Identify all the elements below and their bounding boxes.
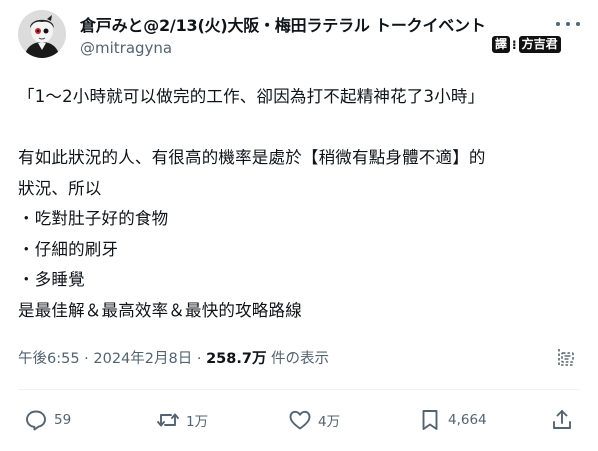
share-button[interactable]	[550, 408, 574, 432]
tweet-text-line: 有如此狀況的人、有很高的機率是處於【稍微有點身體不適】的	[18, 148, 486, 167]
views-count: 258.7万	[206, 351, 267, 367]
tweet-meta: 午後6:55 · 2024年2月8日 · 258.7万 件の表示	[18, 347, 329, 368]
translate-badge-left: 譯	[492, 36, 511, 53]
tweet-card: 倉戸みと@2/13(火)大阪・梅田ラテラル トークイベント @mitragyna…	[0, 0, 598, 451]
more-icon[interactable]	[556, 14, 580, 34]
tweet-text-line: 狀況、所以	[18, 178, 102, 198]
timestamp[interactable]: 午後6:55 · 2024年2月8日 ·	[18, 351, 206, 367]
translate-badge-right: 方吉君	[518, 36, 561, 53]
bookmark-icon	[418, 408, 442, 432]
tweet-text: 「1～2小時就可以做完的工作、卻因為打不起精神花了3小時」 有如此狀況的人、有很…	[18, 82, 588, 326]
views-label: 件の表示	[266, 351, 330, 367]
retweet-button[interactable]: 1万	[156, 408, 208, 432]
translate-badge[interactable]: 譯 ⁝ 方吉君	[492, 36, 561, 53]
display-name[interactable]: 倉戸みと@2/13(火)大阪・梅田ラテラル トークイベント	[80, 12, 486, 36]
retweet-count: 1万	[186, 414, 209, 430]
reply-icon	[24, 408, 48, 432]
tweet-text-line: ・仔細的刷牙	[18, 239, 119, 259]
retweet-icon	[156, 408, 180, 432]
divider	[18, 389, 580, 390]
bookmark-count: 4,664	[448, 412, 487, 428]
reply-button[interactable]: 59	[24, 408, 71, 432]
avatar[interactable]	[18, 10, 66, 58]
tweet-text-line: 是最佳解＆最高效率＆最快的攻略路線	[18, 300, 302, 320]
tweet-text-line: ・多睡覺	[18, 270, 85, 289]
reply-count: 59	[54, 412, 72, 428]
translate-badge-separator: ⁝	[512, 37, 517, 52]
share-icon	[550, 408, 574, 432]
bookmark-button[interactable]: 4,664	[418, 408, 487, 432]
handle[interactable]: @mitragyna	[80, 39, 172, 57]
like-count: 4万	[318, 414, 341, 430]
tweet-text-line: 「1～2小時就可以做完的工作、卻因為打不起精神花了3小時」	[18, 87, 485, 106]
tweet-text-line: ・吃對肚子好的食物	[18, 209, 169, 228]
like-icon	[288, 408, 312, 432]
tweet-text-blank-line	[18, 113, 588, 144]
insights-icon[interactable]	[555, 346, 577, 368]
like-button[interactable]: 4万	[288, 408, 340, 432]
